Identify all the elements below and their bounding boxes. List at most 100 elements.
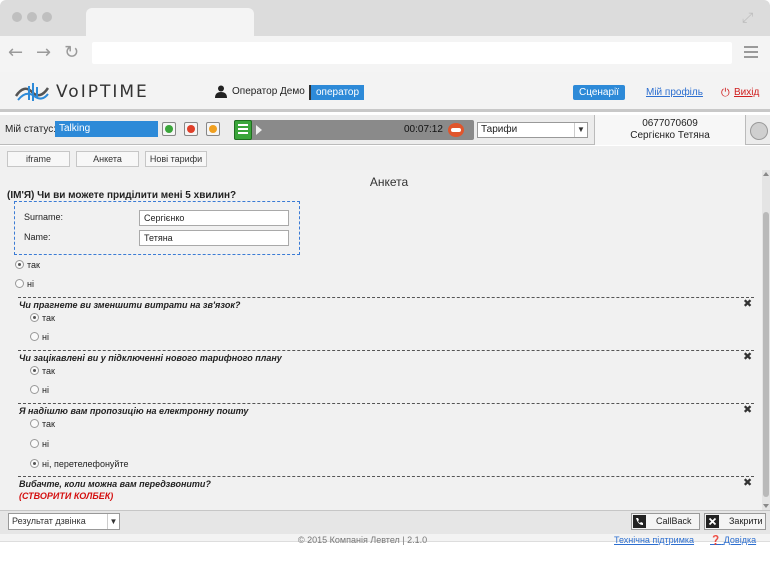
status-select[interactable]: Talking (55, 121, 158, 137)
content-scrollbar[interactable] (762, 170, 770, 510)
browser-tab[interactable] (86, 8, 254, 36)
close-icon[interactable]: ✖ (743, 403, 752, 416)
app-header: VoIPTIME Оператор Демо оператор Сценарії… (0, 72, 770, 112)
form-title: Анкета (369, 175, 409, 189)
caller-phone: 0677070609 (642, 118, 698, 129)
back-arrow-icon[interactable]: ← (8, 44, 23, 62)
surname-label: Surname: (24, 212, 64, 222)
window-dot-icon (42, 12, 52, 22)
call-result-bar: Результат дзвінка ▼ CallBack Закрити (0, 510, 770, 534)
call-result-select[interactable]: Результат дзвінка ▼ (8, 513, 120, 530)
q3-no-label: ні (42, 439, 49, 449)
callback-button[interactable]: CallBack (631, 513, 700, 530)
divider (18, 350, 754, 351)
scenarios-button[interactable]: Сценарії (573, 85, 626, 100)
tab-new-tariffs[interactable]: Нові тарифи (145, 151, 207, 167)
my-status-label: Мій статус: (5, 124, 57, 135)
help-icon: ❓ (710, 535, 722, 545)
window-dot-icon (27, 12, 37, 22)
questionnaire-panel: Анкета (ІМ'Я) Чи ви можете приділити мен… (0, 170, 762, 510)
main-no-label: ні (27, 279, 34, 289)
divider (18, 476, 754, 477)
window-dot-icon (12, 12, 22, 22)
sub-question-3: Я надішлю вам пропозицію на електронну п… (19, 406, 249, 416)
role-badge: оператор (309, 85, 365, 100)
caller-name: Сергієнко Тетяна (630, 130, 710, 141)
create-callback-link[interactable]: (СТВОРИТИ КОЛБЕК) (19, 491, 113, 501)
chevron-down-icon: ▼ (107, 514, 119, 529)
pause-status-icon[interactable] (206, 122, 220, 136)
help-link[interactable]: ❓ Довідка (710, 535, 756, 546)
call-result-placeholder: Результат дзвінка (12, 516, 86, 526)
scroll-down-icon[interactable] (763, 504, 769, 508)
main-yes-radio[interactable] (15, 260, 24, 269)
sub-question-2: Чи зацікавлені ви у підключенні нового т… (19, 353, 282, 363)
scroll-up-icon[interactable] (763, 172, 769, 176)
operator-name: Оператор Демо (232, 86, 305, 97)
copyright: © 2015 Компанія Левтел | 2.1.0 (298, 535, 428, 545)
tab-iframe[interactable]: iframe (7, 151, 70, 167)
q3-callback-label: ні, перетелефонуйте (42, 459, 129, 469)
q1-yes-label: так (42, 313, 55, 323)
phone-icon (633, 515, 646, 528)
tab-anketa[interactable]: Анкета (76, 151, 139, 167)
surname-field[interactable]: Сергієнко (139, 210, 289, 226)
sub-question-1: Чи прагнете ви зменшити витрати на зв'яз… (19, 300, 241, 310)
chevron-down-icon: ▼ (574, 123, 587, 137)
logo-text: VoIPTIME (56, 82, 149, 102)
user-icon (215, 85, 227, 98)
close-label: Закрити (729, 516, 763, 526)
main-yes-label: так (27, 260, 40, 270)
profile-link[interactable]: Мій профіль (646, 87, 703, 98)
forward-arrow-icon[interactable]: → (36, 44, 51, 62)
q2-no-radio[interactable] (30, 385, 39, 394)
q2-yes-label: так (42, 366, 55, 376)
scroll-thumb[interactable] (763, 212, 769, 497)
menu-icon[interactable] (744, 46, 758, 61)
expand-icon[interactable]: ⤢ (742, 10, 753, 26)
exit-link[interactable]: Вихід (734, 87, 759, 98)
clock-icon[interactable] (750, 122, 768, 140)
q2-no-label: ні (42, 385, 49, 395)
help-label: Довідка (723, 535, 757, 545)
q3-yes-label: так (42, 419, 55, 429)
close-icon[interactable]: ✖ (743, 476, 752, 489)
main-no-radio[interactable] (15, 279, 24, 288)
close-form-button[interactable]: Закрити (704, 513, 766, 530)
calculator-icon[interactable] (234, 120, 252, 140)
address-bar[interactable] (92, 42, 732, 64)
q1-no-label: ні (42, 332, 49, 342)
callback-label: CallBack (656, 516, 692, 526)
q1-yes-radio[interactable] (30, 313, 39, 322)
q1-no-radio[interactable] (30, 332, 39, 341)
support-link[interactable]: Технічна підтримка (614, 535, 694, 545)
reload-icon[interactable]: ↻ (64, 44, 79, 62)
caller-info: 0677070609 Сергієнко Тетяна (594, 115, 746, 145)
sub-question-4: Вибачте, коли можна вам передзвонити? (19, 479, 211, 489)
logo-wave-icon (14, 83, 50, 101)
main-question: (ІМ'Я) Чи ви можете приділити мені 5 хви… (7, 190, 237, 201)
status-bar: Мій статус: Talking 00:07:12 Тарифи ▼ 06… (0, 115, 770, 145)
close-icon (706, 515, 719, 528)
ready-status-icon[interactable] (162, 122, 176, 136)
q3-callback-radio[interactable] (30, 459, 39, 468)
close-icon[interactable]: ✖ (743, 350, 752, 363)
call-timer: 00:07:12 (404, 124, 443, 135)
power-icon[interactable]: ⏻ (721, 86, 730, 100)
hangup-icon[interactable] (448, 123, 464, 137)
busy-status-icon[interactable] (184, 122, 198, 136)
contact-fields-block: Surname: Сергієнко Name: Тетяна (14, 201, 300, 255)
tariff-select[interactable]: Тарифи ▼ (477, 122, 588, 138)
tariff-select-value: Тарифи (481, 124, 518, 135)
q2-yes-radio[interactable] (30, 366, 39, 375)
close-icon[interactable]: ✖ (743, 297, 752, 310)
divider (18, 403, 754, 404)
play-icon[interactable] (256, 125, 262, 135)
q3-yes-radio[interactable] (30, 419, 39, 428)
name-field[interactable]: Тетяна (139, 230, 289, 246)
call-control-bar: 00:07:12 (234, 120, 474, 140)
tab-bar: iframe Анкета Нові тарифи (0, 146, 770, 170)
q3-no-radio[interactable] (30, 439, 39, 448)
name-label: Name: (24, 232, 51, 242)
divider (18, 297, 754, 298)
